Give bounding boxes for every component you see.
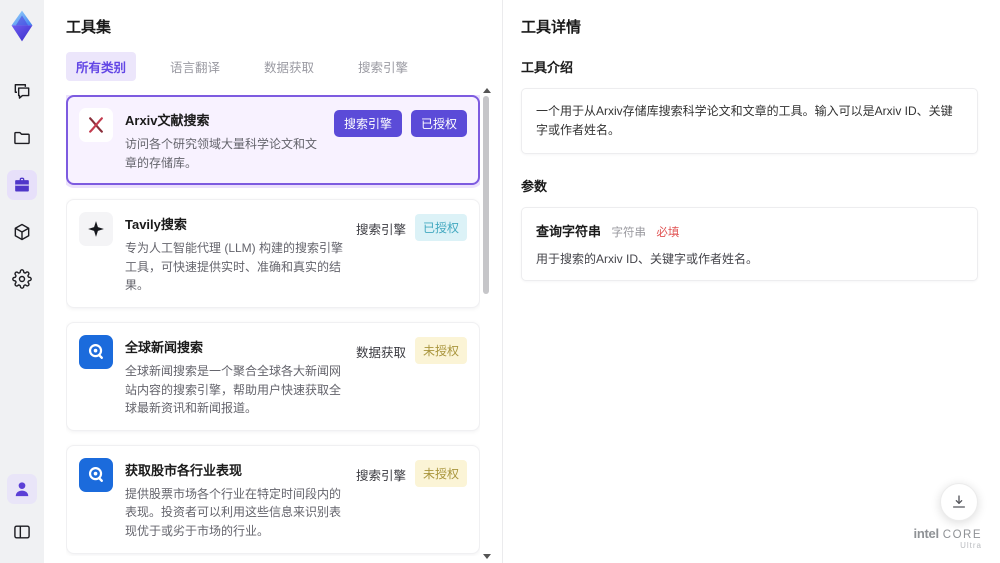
tool-auth-badge: 已授权 [414, 214, 467, 242]
tool-icon [79, 457, 113, 492]
sidebar-bottom [7, 474, 37, 547]
intel-core-logo: intel CORE Ultra [914, 525, 982, 551]
tool-tags: 搜索引擎 未授权 [356, 458, 467, 541]
sidebar-item-chat[interactable] [7, 76, 37, 106]
tab-all-categories[interactable]: 所有类别 [66, 52, 137, 81]
tool-tags: 数据获取 未授权 [356, 335, 467, 418]
tool-list-panel: 工具集 所有类别 语言翻译 数据获取 搜索引擎 Arxiv文献搜索 访问各个研究… [44, 0, 502, 563]
tool-description: 专为人工智能代理 (LLM) 构建的搜索引擎工具，可快速提供实时、准确和真实的结… [125, 241, 344, 293]
tool-text-block: 获取股市各行业表现 提供股票市场各个行业在特定时间段内的表现。投资者可以利用这些… [125, 458, 344, 541]
parameter-card: 查询字符串 字符串 必填 用于搜索的Arxiv ID、关键字或作者姓名。 [521, 207, 978, 282]
panel-toggle-icon [14, 525, 30, 539]
tool-name: 全球新闻搜索 [125, 339, 204, 355]
tool-description: 访问各个研究领域大量科学论文和文章的存储库。 [125, 137, 318, 170]
tool-text-block: Arxiv文献搜索 访问各个研究领域大量科学论文和文章的存储库。 [125, 108, 322, 172]
tool-name: 获取股市各行业表现 [125, 462, 243, 478]
tool-icon [79, 334, 113, 369]
page-title: 工具集 [66, 19, 112, 36]
sidebar-nav [7, 76, 37, 294]
tool-auth-badge: 未授权 [414, 459, 467, 487]
chat-icon [14, 84, 30, 99]
tool-card[interactable]: Arxiv文献搜索 访问各个研究领域大量科学论文和文章的存储库。 搜索引擎 已授… [66, 95, 480, 186]
tool-category: 搜索引擎 [333, 110, 402, 137]
tool-card[interactable]: 全球新闻搜索 全球新闻搜索是一个聚合全球各大新闻网站内容的搜索引擎，帮助用户快速… [66, 321, 480, 431]
juhe-data-icon [88, 343, 103, 359]
tool-description: 全球新闻搜索是一个聚合全球各大新闻网站内容的搜索引擎，帮助用户快速获取全球最新资… [125, 363, 342, 416]
parameter-type: 字符串 [611, 227, 646, 240]
tool-detail-panel: 工具详情 工具介绍 一个用于从Arxiv存储库搜索科学论文和文章的工具。输入可以… [502, 0, 1000, 563]
arxiv-logo-icon [89, 117, 103, 133]
tool-category: 搜索引擎 [355, 468, 406, 483]
tool-text-block: 全球新闻搜索 全球新闻搜索是一个聚合全球各大新闻网站内容的搜索引擎，帮助用户快速… [125, 335, 344, 418]
download-button[interactable] [940, 483, 978, 521]
parameter-name: 查询字符串 [536, 224, 602, 240]
tool-auth-badge: 未授权 [414, 336, 467, 364]
intro-card: 一个用于从Arxiv存储库搜索科学论文和文章的工具。输入可以是Arxiv ID、… [521, 88, 978, 155]
cube-icon [14, 223, 30, 241]
tool-auth-badge: 已授权 [410, 110, 467, 137]
tab-language-translation[interactable]: 语言翻译 [160, 52, 230, 81]
tool-text-block: Tavily搜索 专为人工智能代理 (LLM) 构建的搜索引擎工具，可快速提供实… [125, 212, 344, 295]
tab-search-engine[interactable]: 搜索引擎 [348, 52, 418, 81]
tavily-star-icon [88, 221, 104, 238]
scroll-up-arrow-icon[interactable] [483, 88, 491, 93]
sidebar-rail [0, 0, 44, 563]
folder-icon [14, 131, 30, 145]
tool-icon [79, 108, 113, 142]
brand-ultra-text: Ultra [960, 541, 982, 551]
gear-icon [12, 269, 32, 289]
tool-name: Arxiv文献搜索 [125, 113, 210, 128]
user-icon [15, 482, 29, 497]
intro-heading: 工具介绍 [521, 60, 574, 75]
tool-card[interactable]: 获取股市各行业表现 提供股票市场各个行业在特定时间段内的表现。投资者可以利用这些… [66, 444, 480, 554]
scrollbar-thumb[interactable] [483, 96, 489, 294]
sidebar-item-toolbox[interactable] [7, 170, 37, 200]
scroll-down-arrow-icon[interactable] [483, 554, 491, 559]
toolbox-icon [15, 177, 29, 192]
app-window: 工具集 所有类别 语言翻译 数据获取 搜索引擎 Arxiv文献搜索 访问各个研究… [0, 0, 1000, 563]
tool-name: Tavily搜索 [125, 217, 187, 233]
brand-intel-text: intel [913, 525, 940, 541]
brand-core-text: CORE [942, 528, 982, 541]
download-icon [953, 495, 965, 508]
sidebar-item-files[interactable] [7, 123, 37, 153]
sidebar-item-user[interactable] [7, 474, 37, 504]
tool-description: 提供股票市场各个行业在特定时间段内的表现。投资者可以利用这些信息来识别表现优于或… [125, 486, 342, 538]
tool-icon [79, 212, 113, 247]
tool-list: Arxiv文献搜索 访问各个研究领域大量科学论文和文章的存储库。 搜索引擎 已授… [66, 95, 480, 556]
tool-tags: 搜索引擎 已授权 [356, 212, 467, 295]
tool-category: 搜索引擎 [355, 223, 406, 238]
intro-text: 一个用于从Arxiv存储库搜索科学论文和文章的工具。输入可以是Arxiv ID、… [536, 104, 953, 138]
parameter-required-badge: 必填 [656, 227, 680, 240]
tool-card[interactable]: Tavily搜索 专为人工智能代理 (LLM) 构建的搜索引擎工具，可快速提供实… [66, 199, 480, 308]
parameter-description: 用于搜索的Arxiv ID、关键字或作者姓名。 [536, 252, 759, 267]
category-tabs: 所有类别 语言翻译 数据获取 搜索引擎 [66, 52, 502, 81]
app-logo-icon [11, 10, 33, 42]
juhe-data-icon [88, 466, 103, 482]
detail-title: 工具详情 [521, 19, 582, 36]
tab-data-acquisition[interactable]: 数据获取 [254, 52, 324, 81]
tool-tags: 搜索引擎 已授权 [333, 108, 467, 172]
params-heading: 参数 [521, 179, 548, 195]
list-scrollbar[interactable] [482, 88, 491, 559]
sidebar-item-models[interactable] [7, 217, 37, 247]
sidebar-item-settings[interactable] [7, 264, 37, 294]
sidebar-item-panel-toggle[interactable] [7, 517, 37, 547]
tool-category: 数据获取 [355, 345, 406, 360]
